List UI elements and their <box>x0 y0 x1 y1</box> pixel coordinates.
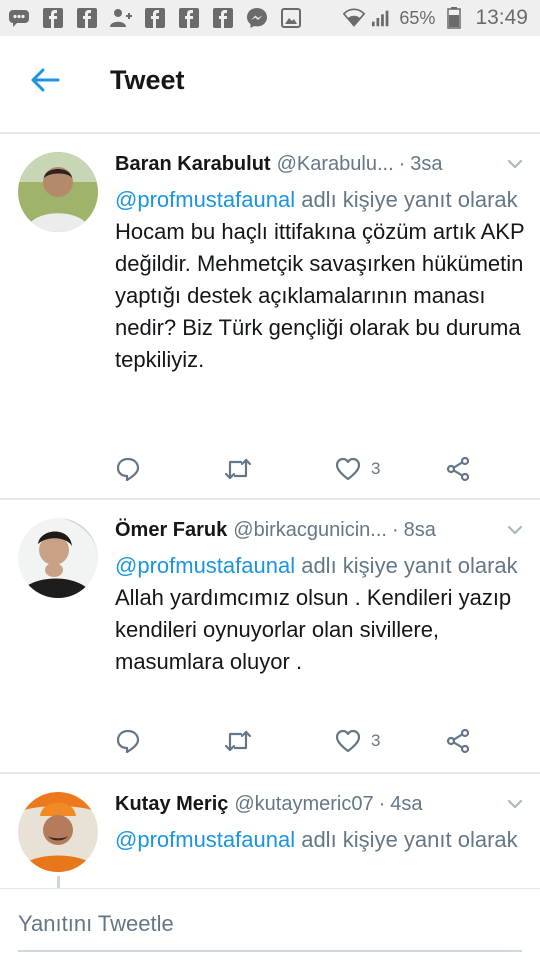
battery-icon <box>443 7 465 29</box>
reply-context: @profmustafaunal adlı kişiye yanıt olara… <box>115 184 525 216</box>
tweet-divider <box>0 498 540 500</box>
reply-input-underline <box>18 950 522 952</box>
status-bar: 65% 13:49 <box>0 0 540 36</box>
reply-icon <box>116 457 140 482</box>
tweet-text: Hocam bu haçlı ittifakına çözüm artık AK… <box>115 219 525 372</box>
avatar[interactable] <box>18 518 98 598</box>
like-button[interactable]: 3 <box>335 454 380 484</box>
retweet-button[interactable] <box>223 726 253 756</box>
retweet-icon <box>224 458 252 480</box>
retweet-button[interactable] <box>223 454 253 484</box>
reply-context: @profmustafaunal adlı kişiye yanıt olara… <box>115 550 525 582</box>
tweet-item[interactable]: Ömer Faruk @birkacgunicin... · 8sa @prof… <box>0 504 540 772</box>
chevron-down-icon[interactable] <box>505 794 525 814</box>
retweet-icon <box>224 730 252 752</box>
author-handle[interactable]: @Karabulu... <box>277 153 394 176</box>
author-handle[interactable]: @birkacgunicin... <box>233 519 387 542</box>
tweet-divider <box>0 772 540 774</box>
gallery-icon <box>280 7 302 29</box>
clock: 13:49 <box>475 6 528 29</box>
reply-suffix: adlı kişiye yanıt olarak <box>295 553 518 578</box>
author-handle[interactable]: @kutaymeric07 <box>234 793 373 816</box>
author-name[interactable]: Baran Karabulut <box>115 153 271 176</box>
tweet-time: 3sa <box>410 152 443 175</box>
avatar[interactable] <box>18 152 98 232</box>
tweet-actions: 3 <box>115 726 475 756</box>
signal-icon <box>371 7 393 29</box>
back-arrow-icon <box>31 68 60 92</box>
meta-separator: · <box>398 152 406 175</box>
app-header: Tweet <box>0 36 540 124</box>
tweet-time: 8sa <box>403 518 436 541</box>
share-button[interactable] <box>445 726 471 756</box>
facebook-icon <box>42 7 64 29</box>
wifi-icon <box>343 7 366 29</box>
mention-link[interactable]: @profmustafaunal <box>115 187 295 212</box>
chevron-down-icon[interactable] <box>505 154 525 174</box>
facebook-icon <box>144 7 166 29</box>
like-count: 3 <box>371 731 381 750</box>
share-icon <box>446 728 470 754</box>
reply-input[interactable]: Yanıtını Tweetle <box>18 911 174 937</box>
reply-icon <box>116 729 140 754</box>
tweet-time: 4sa <box>390 792 423 815</box>
like-button[interactable]: 3 <box>335 726 380 756</box>
meta-separator: · <box>391 518 399 541</box>
facebook-icon <box>212 7 234 29</box>
reply-button[interactable] <box>115 726 141 756</box>
tweet-item[interactable]: Baran Karabulut @Karabulu... · 3sa @prof… <box>0 138 540 500</box>
reply-suffix: adlı kişiye yanıt olarak <box>295 827 518 852</box>
like-count: 3 <box>371 459 381 478</box>
facebook-icon <box>76 7 98 29</box>
mention-link[interactable]: @profmustafaunal <box>115 553 295 578</box>
add-friend-icon <box>110 7 132 29</box>
reply-context: @profmustafaunal adlı kişiye yanıt olara… <box>115 824 525 856</box>
author-name[interactable]: Ömer Faruk <box>115 519 227 542</box>
reply-suffix: adlı kişiye yanıt olarak <box>295 187 518 212</box>
share-button[interactable] <box>445 454 471 484</box>
heart-icon <box>335 457 361 481</box>
author-name[interactable]: Kutay Meriç <box>115 793 228 816</box>
messages-icon <box>8 7 30 29</box>
mention-link[interactable]: @profmustafaunal <box>115 827 295 852</box>
reply-button[interactable] <box>115 454 141 484</box>
header-divider <box>0 132 540 134</box>
facebook-icon <box>178 7 200 29</box>
back-button[interactable] <box>0 36 90 124</box>
heart-icon <box>335 729 361 753</box>
page-title: Tweet <box>110 64 185 95</box>
battery-percent: 65% <box>399 7 436 28</box>
tweet-item[interactable]: Kutay Meriç @kutaymeric07 · 4sa @profmus… <box>0 776 540 888</box>
meta-separator: · <box>378 792 386 815</box>
share-icon <box>446 456 470 482</box>
tweet-actions: 3 <box>115 454 475 484</box>
chevron-down-icon[interactable] <box>505 520 525 540</box>
avatar[interactable] <box>18 792 98 872</box>
tweet-text: Allah yardımcımız olsun . Kendileri yazı… <box>115 585 512 674</box>
messenger-icon <box>246 7 268 29</box>
